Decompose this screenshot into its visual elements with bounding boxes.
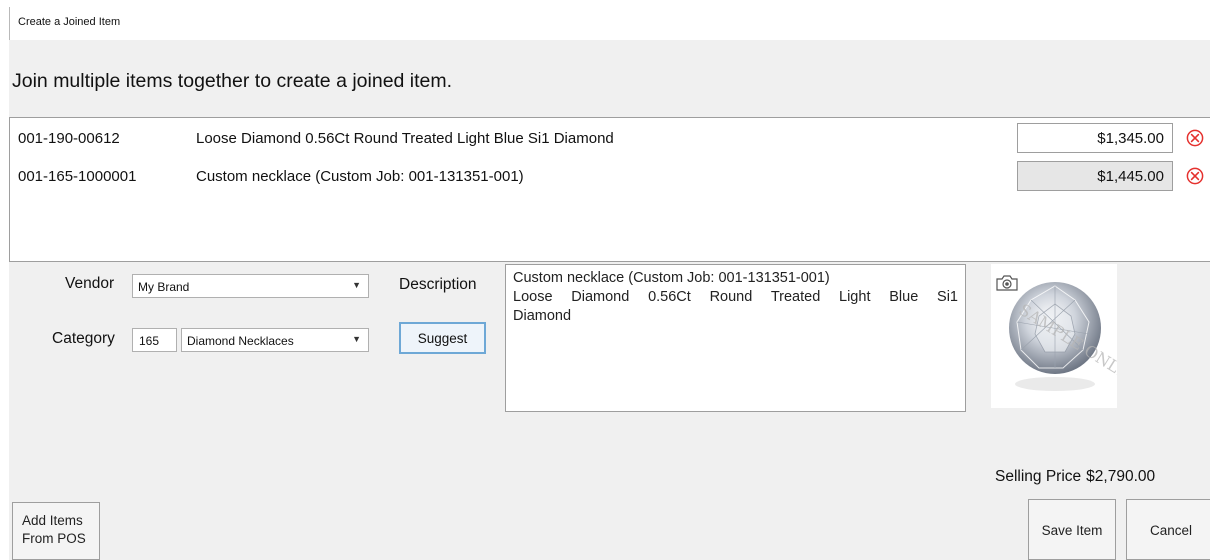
item-details-panel: Vendor My Brand ▼ Category 165 Diamond N… bbox=[9, 262, 1210, 560]
remove-item-icon[interactable] bbox=[1186, 167, 1204, 185]
item-photo[interactable]: SAMPLE ONLY bbox=[991, 264, 1117, 408]
description-line: Diamond bbox=[513, 308, 572, 324]
category-code-input[interactable]: 165 bbox=[132, 328, 177, 352]
cancel-button[interactable]: Cancel bbox=[1126, 499, 1210, 560]
category-value: Diamond Necklaces bbox=[187, 334, 294, 348]
remove-item-icon[interactable] bbox=[1186, 129, 1204, 147]
item-row: 001-165-1000001 Custom necklace (Custom … bbox=[10, 161, 1210, 191]
category-select[interactable]: Diamond Necklaces ▼ bbox=[181, 328, 369, 352]
joined-items-list: 001-190-00612 Loose Diamond 0.56Ct Round… bbox=[9, 117, 1210, 262]
instructions-panel: Join multiple items together to create a… bbox=[9, 40, 1210, 117]
item-sku: 001-165-1000001 bbox=[18, 168, 137, 185]
camera-icon[interactable] bbox=[995, 274, 1019, 292]
save-item-button[interactable]: Save Item bbox=[1028, 499, 1116, 560]
vendor-value: My Brand bbox=[138, 280, 190, 294]
category-label: Category bbox=[52, 330, 115, 347]
description-label: Description bbox=[399, 276, 477, 293]
item-sku: 001-190-00612 bbox=[18, 130, 120, 147]
button-label-line: Add Items bbox=[22, 513, 83, 528]
window-edge bbox=[9, 7, 10, 40]
vendor-select[interactable]: My Brand ▼ bbox=[132, 274, 369, 298]
selling-price-value: $2,790.00 bbox=[1086, 468, 1156, 485]
item-description: Custom necklace (Custom Job: 001-131351-… bbox=[196, 168, 524, 185]
selling-price: Selling Price $2,790.00 bbox=[995, 468, 1155, 486]
title-bar: Create a Joined Item bbox=[0, 0, 1210, 40]
chevron-down-icon: ▼ bbox=[352, 334, 361, 344]
vendor-label: Vendor bbox=[65, 275, 115, 292]
suggest-button[interactable]: Suggest bbox=[399, 322, 486, 354]
window-title: Create a Joined Item bbox=[18, 16, 121, 28]
button-label-line: From POS bbox=[22, 531, 86, 546]
description-line: Custom necklace (Custom Job: 001-131351-… bbox=[513, 270, 830, 286]
description-line: Loose Diamond 0.56Ct Round Treated Light… bbox=[513, 289, 958, 305]
item-price-input[interactable]: $1,345.00 bbox=[1017, 123, 1173, 153]
item-row: 001-190-00612 Loose Diamond 0.56Ct Round… bbox=[10, 123, 1210, 153]
page-heading: Join multiple items together to create a… bbox=[12, 70, 453, 92]
selling-price-label: Selling Price bbox=[995, 468, 1082, 485]
chevron-down-icon: ▼ bbox=[352, 280, 361, 290]
add-items-from-pos-button[interactable]: Add Items From POS bbox=[12, 502, 100, 560]
item-price-readonly: $1,445.00 bbox=[1017, 161, 1173, 191]
item-description: Loose Diamond 0.56Ct Round Treated Light… bbox=[196, 130, 614, 147]
description-textarea[interactable]: Custom necklace (Custom Job: 001-131351-… bbox=[505, 264, 966, 412]
